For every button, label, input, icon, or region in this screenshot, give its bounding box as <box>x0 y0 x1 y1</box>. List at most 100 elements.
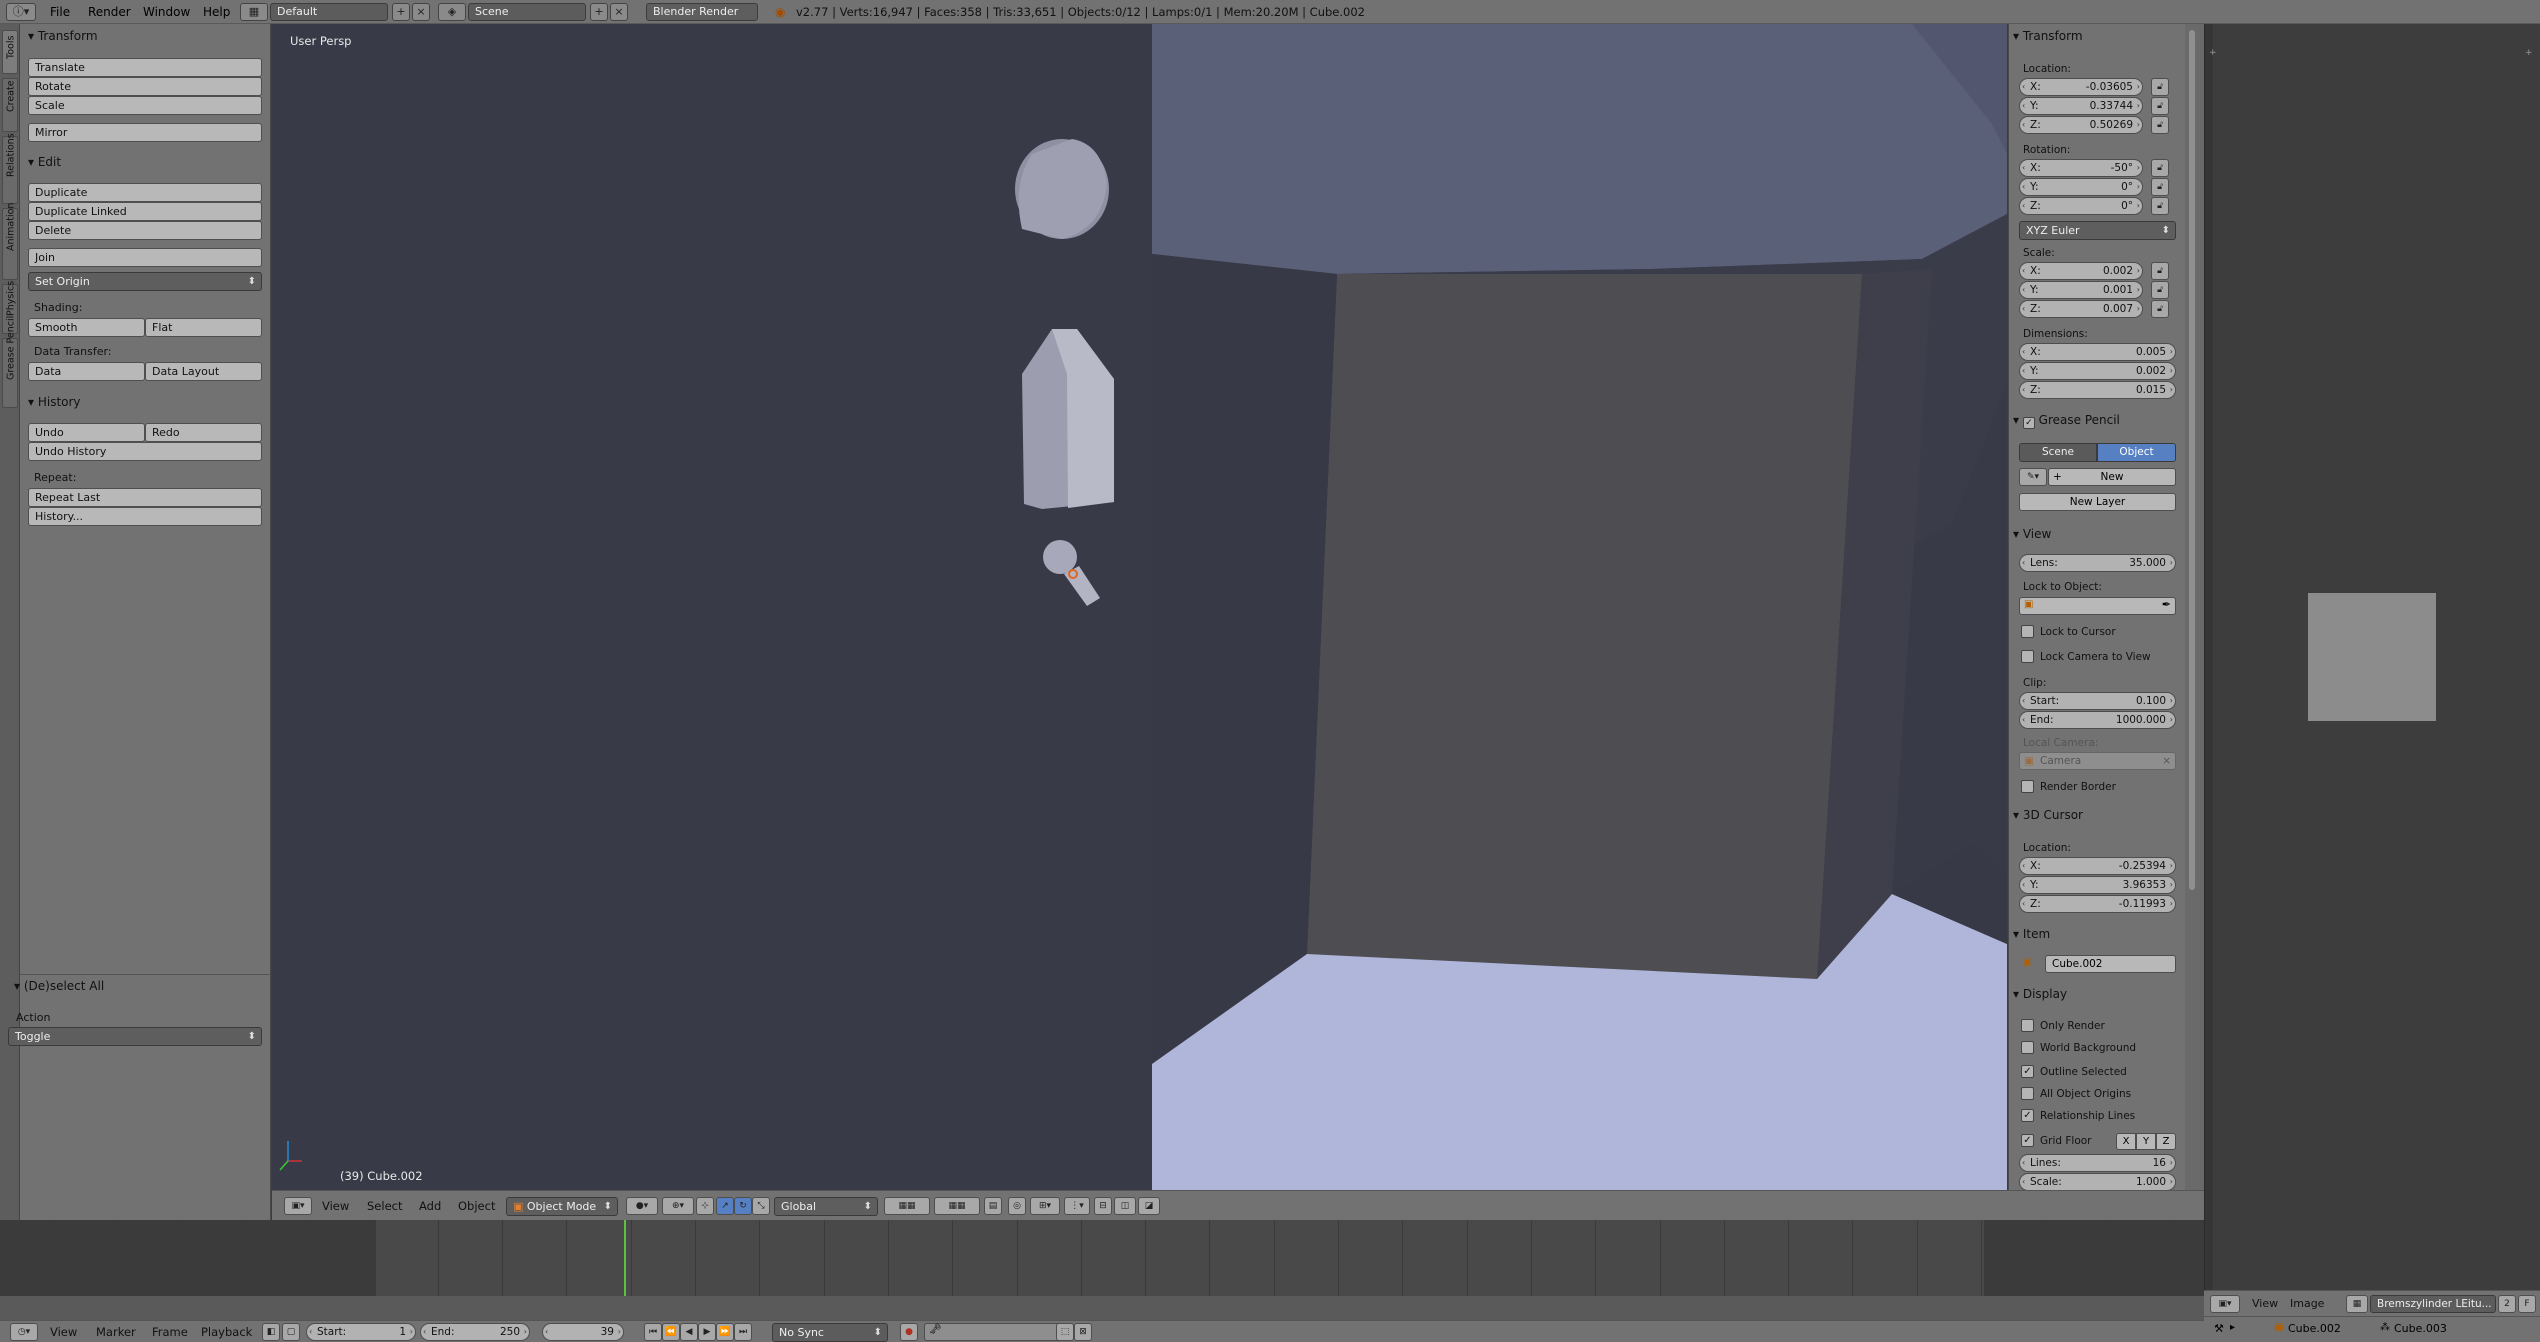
select-menu[interactable]: Select <box>367 1197 402 1215</box>
transform-orientation-select[interactable]: Global <box>774 1197 878 1216</box>
timeline-menu-view[interactable]: View <box>50 1323 77 1341</box>
scale-button[interactable]: Scale <box>28 96 262 115</box>
proportional-edit-icon[interactable]: ◎ <box>1008 1197 1026 1215</box>
rotation-z-field[interactable]: ‹ Z: 0° › <box>2019 197 2143 215</box>
jump-keyframe-back-icon[interactable]: ⏪ <box>662 1323 680 1341</box>
lock-scale-z-icon[interactable]: 🔓︎ <box>2151 300 2169 318</box>
image-users-count[interactable]: 2 <box>2498 1295 2516 1313</box>
delete-keyframe-icon[interactable]: ⊠ <box>1074 1323 1092 1341</box>
editor-type-info-button[interactable]: ⓘ▾ <box>6 3 36 21</box>
lock-rotation-z-icon[interactable]: 🔓︎ <box>2151 197 2169 215</box>
data-layout-button[interactable]: Data Layout <box>145 362 262 381</box>
play-icon[interactable]: ▶ <box>698 1323 716 1341</box>
scale-z-field[interactable]: ‹ Z: 0.007 › <box>2019 300 2143 318</box>
view-menu[interactable]: View <box>322 1197 349 1215</box>
tab-create[interactable]: Create <box>2 78 18 132</box>
repeat-last-button[interactable]: Repeat Last <box>28 488 262 507</box>
camera-render-icon[interactable]: ◫ <box>1114 1197 1136 1215</box>
delete-button[interactable]: Delete <box>28 221 262 240</box>
rotation-x-field[interactable]: ‹ X: -50° › <box>2019 159 2143 177</box>
jump-keyframe-forward-icon[interactable]: ⏩ <box>716 1323 734 1341</box>
scale-y-field[interactable]: ‹ Y: 0.001 › <box>2019 281 2143 299</box>
lock-rotation-x-icon[interactable]: 🔓︎ <box>2151 159 2169 177</box>
lock-location-y-icon[interactable]: 🔓︎ <box>2151 97 2169 115</box>
rotate-manipulator-icon[interactable]: ↻ <box>734 1197 752 1215</box>
add-scene-button[interactable]: + <box>590 3 608 21</box>
gp-new-layer-button[interactable]: New Layer <box>2019 493 2176 511</box>
pivot-point-icon[interactable]: ⊕▾ <box>662 1197 694 1215</box>
scale-manipulator-icon[interactable]: ⤡ <box>752 1197 770 1215</box>
only-render-checkbox[interactable] <box>2021 1019 2034 1032</box>
editor-type-image-button[interactable]: ▣▾ <box>2210 1295 2240 1313</box>
lock-rotation-y-icon[interactable]: 🔓︎ <box>2151 178 2169 196</box>
menu-help[interactable]: Help <box>203 2 230 22</box>
clear-icon[interactable]: × <box>2162 753 2171 769</box>
world-background-checkbox[interactable] <box>2021 1041 2034 1054</box>
layers-grid-b-icon[interactable]: ▦▦ <box>934 1197 980 1215</box>
editor-type-timeline-button[interactable]: ◷▾ <box>10 1323 38 1341</box>
history-button[interactable]: History... <box>28 507 262 526</box>
join-button[interactable]: Join <box>28 248 262 267</box>
smooth-button[interactable]: Smooth <box>28 318 145 337</box>
flat-button[interactable]: Flat <box>145 318 262 337</box>
timeline-menu-playback[interactable]: Playback <box>201 1323 252 1341</box>
grease-pencil-section-header[interactable]: ▾ ✓ Grease Pencil <box>2013 410 2120 430</box>
add-layout-button[interactable]: + <box>392 3 410 21</box>
grid-floor-checkbox[interactable]: ✓ <box>2021 1134 2034 1147</box>
clip-end-field[interactable]: ‹ End: 1000.000 › <box>2019 711 2176 729</box>
item-name-field[interactable]: Cube.002 <box>2045 955 2176 973</box>
all-object-origins-checkbox[interactable] <box>2021 1087 2034 1100</box>
timeline-menu-marker[interactable]: Marker <box>96 1323 136 1341</box>
location-x-field[interactable]: ‹ X: -0.03605 › <box>2019 78 2143 96</box>
lock-to-cursor-checkbox[interactable] <box>2021 625 2034 638</box>
tab-animation[interactable]: Animation <box>2 203 18 280</box>
grid-scale-field[interactable]: ‹ Scale: 1.000 › <box>2019 1173 2176 1191</box>
render-border-checkbox[interactable] <box>2021 780 2034 793</box>
render-preview-icon[interactable]: ⊟ <box>1094 1197 1112 1215</box>
view-section-header[interactable]: ▾ View <box>2013 524 2051 544</box>
lock-scale-y-icon[interactable]: 🔓︎ <box>2151 281 2169 299</box>
rotation-y-field[interactable]: ‹ Y: 0° › <box>2019 178 2143 196</box>
location-y-field[interactable]: ‹ Y: 0.33744 › <box>2019 97 2143 115</box>
dimensions-x-field[interactable]: ‹ X: 0.005 › <box>2019 343 2176 361</box>
grid-lines-field[interactable]: ‹ Lines: 16 › <box>2019 1154 2176 1172</box>
object-menu[interactable]: Object <box>458 1197 495 1215</box>
viewport-shading-icon[interactable]: ●▾ <box>626 1197 658 1215</box>
image-menu-image[interactable]: Image <box>2290 1295 2324 1313</box>
remove-scene-button[interactable]: × <box>610 3 628 21</box>
cursor-x-field[interactable]: ‹ X: -0.25394 › <box>2019 857 2176 875</box>
undo-history-button[interactable]: Undo History <box>28 442 262 461</box>
location-z-field[interactable]: ‹ Z: 0.50269 › <box>2019 116 2143 134</box>
insert-keyframe-icon[interactable]: ⬚ <box>1056 1323 1074 1341</box>
item-section-header[interactable]: ▾ Item <box>2013 924 2050 944</box>
add-menu[interactable]: Add <box>419 1197 441 1215</box>
history-panel-header[interactable]: ▾ History <box>28 392 81 412</box>
cursor-z-field[interactable]: ‹ Z: -0.11993 › <box>2019 895 2176 913</box>
lock-camera-to-view-checkbox[interactable] <box>2021 650 2034 663</box>
snap-icon[interactable]: ⊞▾ <box>1030 1197 1060 1215</box>
sync-mode-select[interactable]: No Sync <box>772 1323 888 1342</box>
mirror-button[interactable]: Mirror <box>28 123 262 142</box>
undo-button[interactable]: Undo <box>28 423 145 442</box>
play-reverse-icon[interactable]: ◀ <box>680 1323 698 1341</box>
area-split-handle-icon[interactable]: + <box>2209 48 2217 58</box>
translate-manipulator-icon[interactable]: ↗ <box>716 1197 734 1215</box>
timeline-area[interactable]: -50-40-30-20-100102030405060708090100110… <box>0 1220 2204 1320</box>
set-origin-select[interactable]: Set Origin <box>28 272 262 291</box>
data-transfer-button[interactable]: Data <box>28 362 145 381</box>
lock-range-icon[interactable]: ▢ <box>282 1323 300 1341</box>
scale-x-field[interactable]: ‹ X: 0.002 › <box>2019 262 2143 280</box>
menu-window[interactable]: Window <box>143 2 190 22</box>
snap-target-icon[interactable]: ⋮▾ <box>1064 1197 1090 1215</box>
duplicate-button[interactable]: Duplicate <box>28 183 262 202</box>
screen-layout-field[interactable]: Default <box>270 3 388 21</box>
area-split-handle-icon-right[interactable]: + <box>2525 48 2533 58</box>
outliner-item-cube002[interactable]: Cube.002 <box>2288 1322 2341 1335</box>
gp-pencil-icon[interactable]: ✎▾ <box>2019 468 2047 486</box>
editor-type-3dview-button[interactable]: ▣▾ <box>284 1197 312 1215</box>
transform-panel-header[interactable]: ▾ Transform <box>28 26 98 46</box>
lens-field[interactable]: ‹ Lens: 35.000 › <box>2019 554 2176 572</box>
eyedropper-icon[interactable]: ✒ <box>2162 598 2171 611</box>
edit-panel-header[interactable]: ▾ Edit <box>28 152 61 172</box>
cursor-y-field[interactable]: ‹ Y: 3.96353 › <box>2019 876 2176 894</box>
